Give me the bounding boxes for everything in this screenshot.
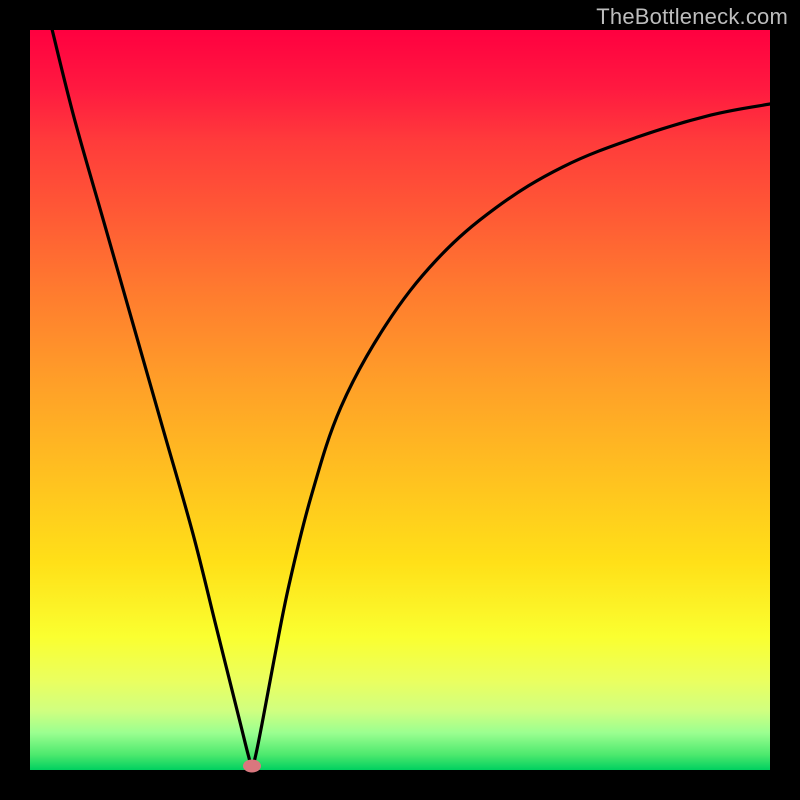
plot-area (30, 30, 770, 770)
watermark-text: TheBottleneck.com (596, 4, 788, 30)
optimal-point-marker (243, 760, 261, 773)
chart-frame: TheBottleneck.com (0, 0, 800, 800)
bottleneck-curve (30, 30, 770, 770)
